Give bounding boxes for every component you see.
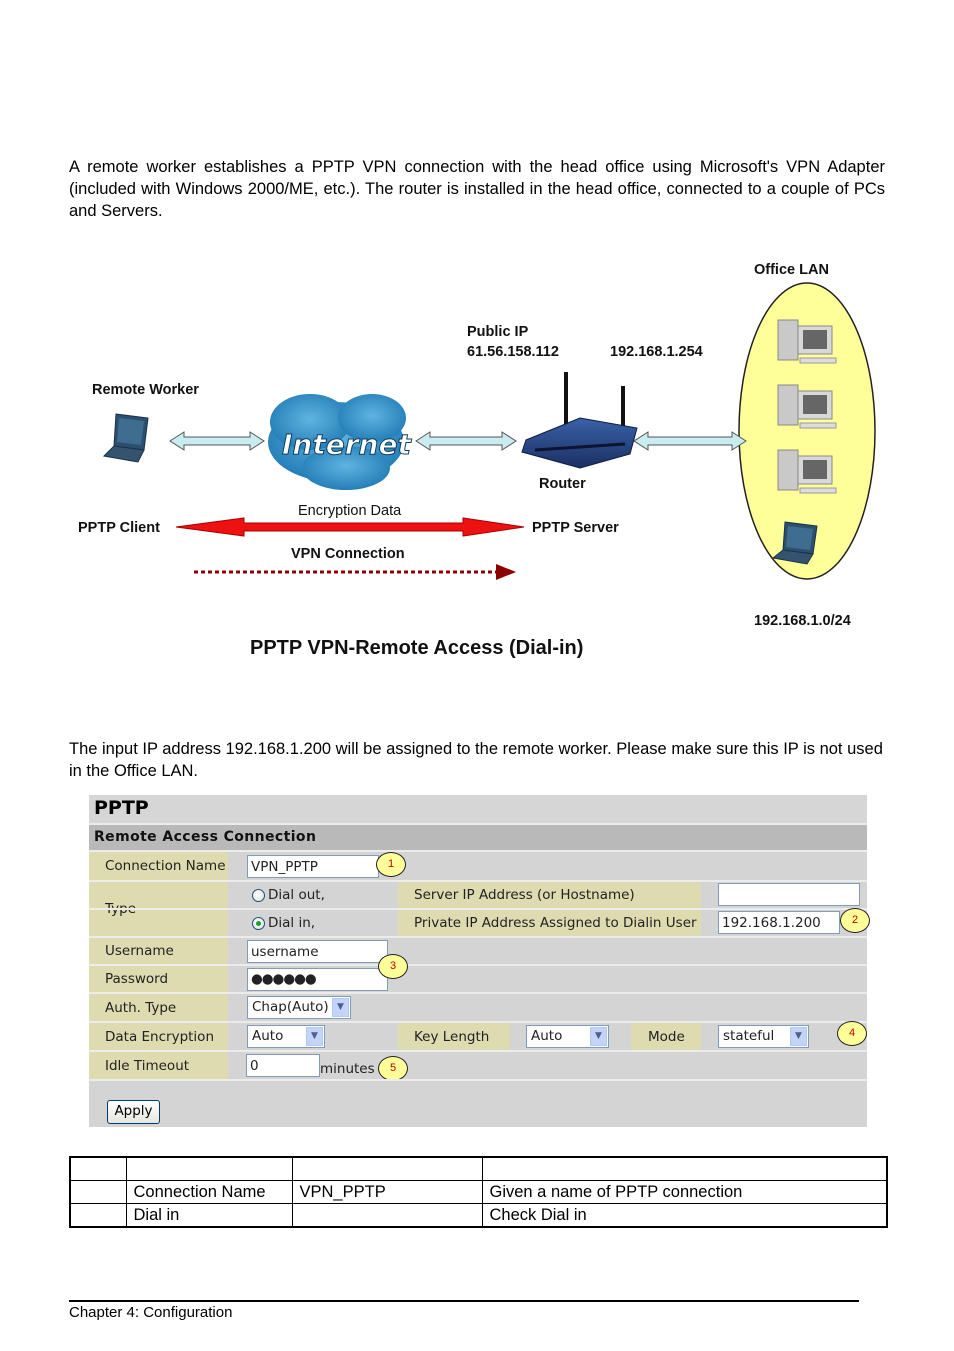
password-label-cell: Password <box>89 966 228 992</box>
pptp-client-label: PPTP Client <box>78 520 160 536</box>
internet-label: Internet <box>282 428 412 461</box>
mode-label: Mode <box>648 1028 685 1045</box>
private-ip-input[interactable] <box>718 911 840 934</box>
connection-name-input[interactable] <box>247 855 379 878</box>
footer-divider <box>69 1300 859 1302</box>
data-encryption-value: Auto <box>252 1028 284 1044</box>
callout-badge-3: 3 <box>378 954 408 979</box>
private-ip-label: Private IP Address Assigned to Dialin Us… <box>414 915 697 931</box>
callout-badge-5: 5 <box>378 1056 408 1081</box>
vpn-connection-arrow <box>194 564 516 580</box>
diagram-title: PPTP VPN-Remote Access (Dial-in) <box>250 637 583 659</box>
callout-badge-2: 2 <box>840 908 870 933</box>
chevron-down-icon: ▼ <box>306 1027 323 1046</box>
link-arrow <box>633 431 747 451</box>
remote-laptop-icon <box>102 413 149 463</box>
table-cell: VPN_PPTP <box>291 1180 483 1204</box>
dial-in-label: Dial in, <box>268 915 316 931</box>
auth-type-value: Chap(Auto) <box>252 999 329 1015</box>
table-row: Connection Name VPN_PPTP Given a name of P… <box>69 1180 888 1204</box>
encryption-data-label: Encryption Data <box>298 503 402 519</box>
password-input[interactable]: ●●●●●● <box>247 968 388 991</box>
username-input[interactable] <box>247 940 388 963</box>
pptp-server-label: PPTP Server <box>532 520 619 536</box>
section-title: Remote Access Connection <box>94 829 317 845</box>
auth-type-label: Auth. Type <box>105 999 177 1016</box>
server-ip-label-cell: Server IP Address (or Hostname) <box>398 882 701 908</box>
mode-select[interactable]: stateful ▼ <box>718 1025 809 1048</box>
form-title-bar: PPTP <box>89 795 867 825</box>
auth-type-label-cell: Auth. Type <box>89 994 228 1021</box>
assignment-note: The input IP address 192.168.1.200 will … <box>69 740 883 780</box>
key-length-label-cell: Key Length <box>398 1023 510 1050</box>
data-encryption-select[interactable]: Auto ▼ <box>247 1025 325 1048</box>
table-cell: Check Dial in <box>481 1203 888 1228</box>
dial-out-radio[interactable] <box>252 889 265 902</box>
form-title: PPTP <box>94 797 149 819</box>
link-arrow <box>415 431 517 451</box>
data-encryption-label-cell: Data Encryption <box>89 1023 228 1050</box>
server-ip-label: Server IP Address (or Hostname) <box>414 887 635 903</box>
callout-badge-4: 4 <box>837 1021 867 1046</box>
private-ip-label-cell: Private IP Address Assigned to Dialin Us… <box>398 910 701 936</box>
connection-name-label-cell: Connection Name <box>89 852 228 880</box>
idle-timeout-unit: minutes <box>320 1061 375 1077</box>
username-label: Username <box>105 943 174 959</box>
connection-name-label: Connection Name <box>105 858 226 874</box>
pptp-config-form: PPTP Remote Access Connection Connection… <box>89 795 870 1127</box>
auth-type-select[interactable]: Chap(Auto) ▼ <box>247 996 351 1019</box>
table-cell <box>291 1156 483 1181</box>
idle-timeout-label-cell: Idle Timeout <box>89 1052 228 1079</box>
encryption-arrow <box>175 517 525 537</box>
table-cell: Connection Name <box>125 1180 293 1204</box>
idle-timeout-label: Idle Timeout <box>105 1057 190 1074</box>
dial-out-label: Dial out, <box>268 887 325 903</box>
key-length-value: Auto <box>531 1028 563 1044</box>
server-ip-input[interactable] <box>718 883 860 906</box>
callout-badge-1: 1 <box>376 852 406 877</box>
intro-paragraph: A remote worker establishes a PPTP VPN c… <box>69 158 885 220</box>
footer-chapter: Chapter 4: Configuration <box>69 1304 233 1321</box>
vpn-connection-label: VPN Connection <box>291 546 405 562</box>
section-header: Remote Access Connection <box>89 825 867 852</box>
public-ip-label: Public IP <box>467 324 529 340</box>
idle-timeout-input[interactable] <box>246 1054 320 1077</box>
router-icon <box>521 372 638 469</box>
table-row <box>69 1156 888 1181</box>
chevron-down-icon: ▼ <box>590 1027 607 1046</box>
chevron-down-icon: ▼ <box>790 1027 807 1046</box>
mode-label-cell: Mode <box>631 1023 701 1050</box>
subnet-label: 192.168.1.0/24 <box>754 613 851 629</box>
table-cell <box>125 1156 293 1181</box>
data-encryption-label: Data Encryption <box>105 1028 215 1045</box>
dial-in-radio[interactable] <box>252 917 265 930</box>
table-cell <box>291 1203 483 1228</box>
table-row: Dial in Check Dial in <box>69 1203 888 1228</box>
reference-table: Connection Name VPN_PPTP Given a name of P… <box>69 1156 888 1228</box>
remote-worker-label: Remote Worker <box>92 382 199 398</box>
apply-button[interactable]: Apply <box>107 1100 160 1124</box>
table-cell <box>69 1203 127 1228</box>
table-cell <box>481 1156 888 1181</box>
mode-value: stateful <box>723 1028 775 1044</box>
key-length-label: Key Length <box>414 1028 490 1045</box>
router-label: Router <box>539 476 586 492</box>
chevron-down-icon: ▼ <box>332 998 349 1017</box>
pptp-network-diagram: Office LAN 192.168.1.0/24 Public IP 61.5… <box>78 262 876 659</box>
password-label: Password <box>105 971 169 987</box>
table-cell: Given a name of PPTP connection <box>481 1180 888 1204</box>
public-ip-value: 61.56.158.112 <box>467 344 559 360</box>
username-label-cell: Username <box>89 938 228 964</box>
key-length-select[interactable]: Auto ▼ <box>526 1025 609 1048</box>
link-arrow <box>169 431 265 451</box>
office-lan-label: Office LAN <box>754 262 829 278</box>
lan-ip-value: 192.168.1.254 <box>610 344 703 360</box>
table-cell <box>69 1180 127 1204</box>
table-cell <box>69 1156 127 1181</box>
table-cell: Dial in <box>125 1203 293 1228</box>
